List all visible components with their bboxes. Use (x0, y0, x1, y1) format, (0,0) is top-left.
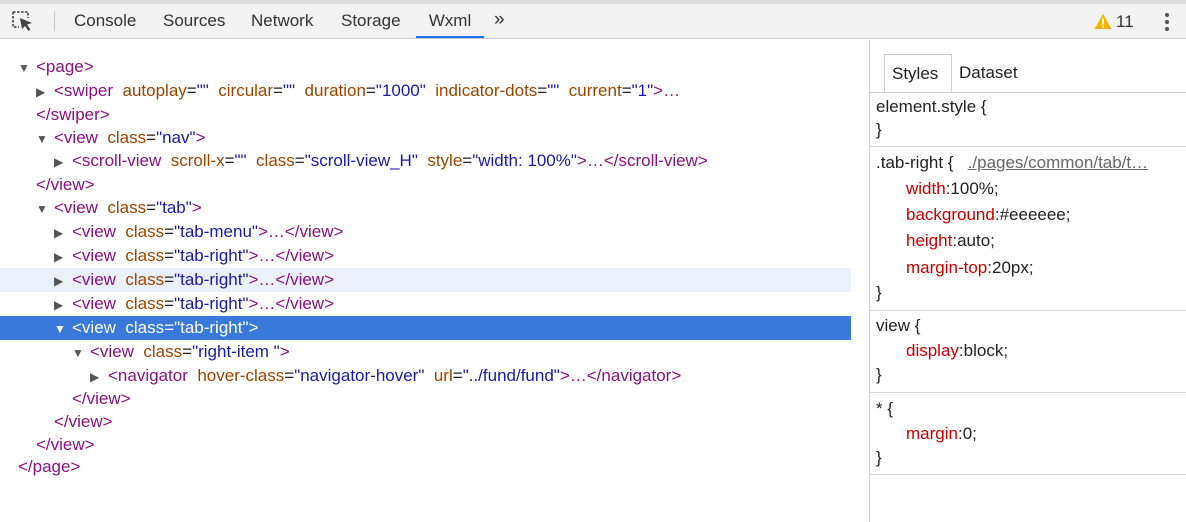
tab-network[interactable]: Network (251, 4, 313, 38)
tree-row-view-close[interactable]: </view> (54, 410, 113, 434)
collapse-triangle-icon[interactable]: ▼ (18, 56, 36, 80)
css-rule-close: } (876, 283, 882, 302)
more-options-icon[interactable] (1160, 11, 1174, 33)
tree-row-page[interactable]: ▼ <page> (18, 55, 94, 79)
warning-count: 11 (1116, 12, 1134, 31)
tree-row-tab-menu[interactable]: ▶ <view class="tab-menu">…</view> (54, 220, 343, 244)
expand-triangle-icon[interactable]: ▶ (54, 293, 72, 317)
tab-sources[interactable]: Sources (163, 4, 225, 38)
styles-sidebar: Styles Dataset element.style { } .tab-ri… (870, 40, 1186, 522)
css-selector: * { (876, 399, 894, 418)
warning-icon (1094, 14, 1112, 29)
collapse-triangle-icon[interactable]: ▼ (72, 341, 90, 365)
tree-row-navigator[interactable]: ▶ <navigator hover-class="navigator-hover… (90, 364, 681, 388)
expand-triangle-icon[interactable]: ▶ (36, 80, 54, 104)
wxml-tree: ▼ <page> ▶ <swiper autoplay="" circular=""… (0, 40, 870, 522)
inspect-element-icon[interactable] (11, 10, 35, 32)
expand-triangle-icon[interactable]: ▶ (54, 150, 72, 174)
collapse-triangle-icon[interactable]: ▼ (54, 317, 72, 341)
tree-row-view-close[interactable]: </view> (36, 173, 95, 197)
css-selector: .tab-right { ./pages/common/tab/t… (876, 153, 1149, 172)
tab-console[interactable]: Console (74, 4, 136, 38)
tab-storage[interactable]: Storage (341, 4, 401, 38)
expand-triangle-icon[interactable]: ▶ (54, 245, 72, 269)
css-rule-close: } (876, 365, 882, 384)
expand-triangle-icon[interactable]: ▶ (54, 221, 72, 245)
css-declaration[interactable]: display:block; (906, 338, 1008, 364)
css-selector: view { (876, 316, 921, 335)
tree-row-scroll-view[interactable]: ▶ <scroll-view scroll-x="" class="scroll-… (54, 149, 708, 173)
css-rule-close: } (876, 120, 882, 139)
toolbar-divider (54, 11, 55, 31)
tree-row-swiper-close[interactable]: </swiper> (36, 103, 110, 127)
css-declaration[interactable]: height:auto; (906, 228, 995, 254)
tree-row-right-item[interactable]: ▼ <view class="right-item "> (72, 340, 290, 364)
css-declaration[interactable]: margin-top:20px; (906, 255, 1034, 281)
expand-triangle-icon[interactable]: ▶ (90, 365, 108, 389)
expand-triangle-icon[interactable]: ▶ (54, 269, 72, 293)
css-rule-close: } (876, 448, 882, 467)
tree-row-swiper[interactable]: ▶ <swiper autoplay="" circular="" duratio… (36, 79, 680, 103)
tree-row-page-close[interactable]: </page> (18, 455, 80, 479)
tab-wxml[interactable]: Wxml (416, 4, 484, 38)
tree-row-view-close[interactable]: </view> (72, 387, 131, 411)
tree-row-tab-right-selected[interactable]: ▼ <view class="tab-right"> (0, 316, 851, 340)
tree-row-tab-right[interactable]: ▶ <view class="tab-right">…</view> (54, 292, 334, 316)
collapse-triangle-icon[interactable]: ▼ (36, 127, 54, 151)
tab-dataset[interactable]: Dataset (952, 54, 1025, 92)
css-declaration[interactable]: background:#eeeeee; (906, 202, 1070, 228)
tab-styles[interactable]: Styles (884, 54, 952, 92)
devtools-toolbar: Console Sources Network Storage Wxml » 1… (0, 4, 1186, 39)
tree-row-tab-right-hovered[interactable]: ▶ <view class="tab-right">…</view> (0, 268, 851, 292)
css-source-link[interactable]: ./pages/common/tab/t… (968, 153, 1148, 172)
collapse-triangle-icon[interactable]: ▼ (36, 197, 54, 221)
css-selector: element.style { (876, 97, 987, 116)
tree-row-view-tab[interactable]: ▼ <view class="tab"> (36, 196, 202, 220)
tree-row-view-nav[interactable]: ▼ <view class="nav"> (36, 126, 205, 150)
sidebar-tabs: Styles Dataset (870, 40, 1186, 93)
more-tabs-icon[interactable]: » (494, 4, 505, 38)
css-declaration[interactable]: width:100%; (906, 176, 999, 202)
tree-row-tab-right[interactable]: ▶ <view class="tab-right">…</view> (54, 244, 334, 268)
rule-divider (870, 474, 1186, 475)
rule-divider (870, 146, 1186, 147)
rule-divider (870, 392, 1186, 393)
css-declaration[interactable]: margin:0; (906, 421, 977, 447)
tree-row-view-close[interactable]: </view> (36, 433, 95, 457)
rule-divider (870, 310, 1186, 311)
